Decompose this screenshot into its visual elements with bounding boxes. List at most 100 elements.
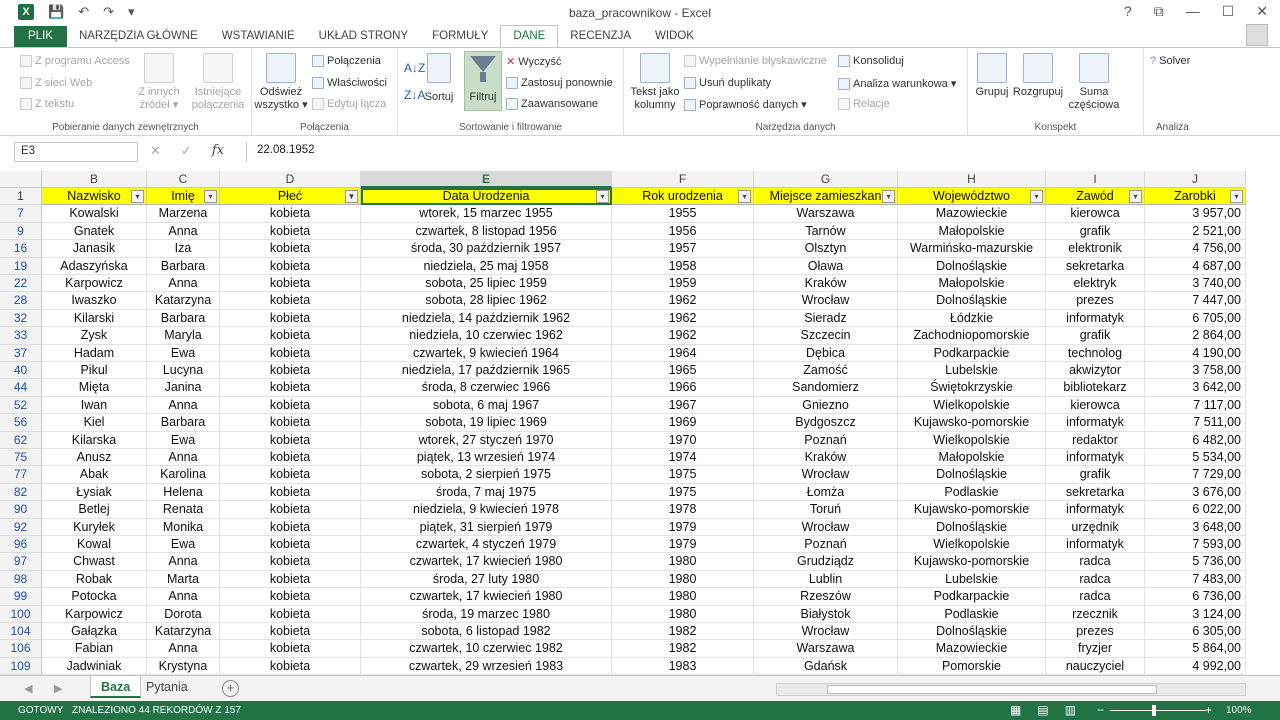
cell-imie[interactable]: Maryla — [147, 327, 220, 345]
cell-miejsce-zamieszkania[interactable]: Poznań — [754, 431, 898, 449]
cell-imie[interactable]: Ewa — [147, 431, 220, 449]
cell-zawod[interactable]: grafik — [1046, 327, 1145, 345]
flash-fill-button[interactable]: Wypełnianie błyskawiczne — [684, 55, 827, 67]
cell-wojewodztwo[interactable]: Pomorskie — [898, 657, 1046, 676]
cell-imie[interactable]: Ewa — [147, 536, 220, 554]
remove-duplicates-button[interactable]: Usuń duplikaty — [684, 77, 771, 89]
cell-miejsce-zamieszkania[interactable]: Gdańsk — [754, 657, 898, 676]
cell-rok-urodzenia[interactable]: 1982 — [612, 640, 754, 658]
cell-wojewodztwo[interactable]: Podkarpackie — [898, 588, 1046, 606]
header-cell-zarobki[interactable]: Zarobki ▾ — [1145, 188, 1246, 206]
tab-file[interactable]: PLIK — [14, 26, 67, 47]
row-header[interactable]: 97 — [0, 553, 42, 571]
cell-zarobki[interactable]: 5 534,00 — [1145, 449, 1246, 467]
cell-zawod[interactable]: bibliotekarz — [1046, 379, 1145, 397]
cell-imie[interactable]: Lucyna — [147, 362, 220, 380]
filter-dropdown-icon[interactable]: ▾ — [596, 190, 609, 203]
cell-plec[interactable]: kobieta — [220, 449, 361, 467]
cell-zawod[interactable]: radca — [1046, 570, 1145, 589]
column-header-g[interactable]: G — [754, 171, 898, 188]
help-icon[interactable]: ? — [1124, 3, 1132, 20]
zoom-in-icon[interactable]: + — [1205, 703, 1212, 717]
cell-wojewodztwo[interactable]: Zachodniopomorskie — [898, 327, 1046, 345]
cell-imie[interactable]: Iza — [147, 240, 220, 258]
what-if-button[interactable]: Analiza warunkowa ▾ — [838, 77, 956, 90]
cell-wojewodztwo[interactable]: Małopolskie — [898, 449, 1046, 467]
cell-zawod[interactable]: radca — [1046, 588, 1145, 606]
cell-rok-urodzenia[interactable]: 1970 — [612, 431, 754, 449]
cell-rok-urodzenia[interactable]: 1980 — [612, 553, 754, 571]
cell-plec[interactable]: kobieta — [220, 640, 361, 658]
cell-imie[interactable]: Anna — [147, 275, 220, 293]
cell-plec[interactable]: kobieta — [220, 501, 361, 519]
cell-plec[interactable]: kobieta — [220, 309, 361, 328]
cell-imie[interactable]: Marzena — [147, 205, 220, 223]
cell-zarobki[interactable]: 3 758,00 — [1145, 362, 1246, 380]
cell-rok-urodzenia[interactable]: 1974 — [612, 449, 754, 467]
cell-zawod[interactable]: sekretarka — [1046, 257, 1145, 275]
cell-data-urodzenia[interactable]: wtorek, 15 marzec 1955 — [361, 205, 612, 223]
sheet-tab-pytania[interactable]: Pytania — [136, 676, 198, 698]
cell-data-urodzenia[interactable]: środa, 7 maj 1975 — [361, 483, 612, 502]
page-layout-view-icon[interactable]: ▤ — [1037, 703, 1048, 717]
cell-miejsce-zamieszkania[interactable]: Gniezno — [754, 396, 898, 415]
cell-data-urodzenia[interactable]: niedziela, 14 październik 1962 — [361, 309, 612, 328]
cell-miejsce-zamieszkania[interactable]: Łomża — [754, 483, 898, 502]
row-header[interactable]: 22 — [0, 275, 42, 293]
cell-nazwisko[interactable]: Hadam — [42, 344, 147, 362]
cell-plec[interactable]: kobieta — [220, 623, 361, 641]
cell-data-urodzenia[interactable]: niedziela, 25 maj 1958 — [361, 257, 612, 275]
cell-zawod[interactable]: urzędnik — [1046, 518, 1145, 536]
header-cell-zawod[interactable]: Zawód ▾ — [1046, 188, 1145, 206]
cell-plec[interactable]: kobieta — [220, 222, 361, 241]
cell-nazwisko[interactable]: Kowalski — [42, 205, 147, 223]
refresh-all-button[interactable]: Odśwież wszystko ▾ — [254, 53, 308, 112]
cell-plec[interactable]: kobieta — [220, 240, 361, 258]
cell-rok-urodzenia[interactable]: 1975 — [612, 466, 754, 484]
zoom-level[interactable]: 100% — [1226, 705, 1252, 716]
cell-imie[interactable]: Anna — [147, 449, 220, 467]
row-header[interactable]: 16 — [0, 240, 42, 258]
row-header[interactable]: 9 — [0, 222, 42, 241]
from-other-sources-button[interactable]: Z innych źródeł ▾ — [136, 53, 182, 112]
cell-rok-urodzenia[interactable]: 1969 — [612, 414, 754, 432]
cell-zarobki[interactable]: 3 124,00 — [1145, 605, 1246, 623]
cell-miejsce-zamieszkania[interactable]: Tarnów — [754, 222, 898, 241]
cell-zawod[interactable]: grafik — [1046, 466, 1145, 484]
cell-wojewodztwo[interactable]: Podlaskie — [898, 483, 1046, 502]
cell-zawod[interactable]: fryzjer — [1046, 640, 1145, 658]
cell-zarobki[interactable]: 3 957,00 — [1145, 205, 1246, 223]
cell-plec[interactable]: kobieta — [220, 362, 361, 380]
cell-zarobki[interactable]: 6 305,00 — [1145, 623, 1246, 641]
cell-zawod[interactable]: sekretarka — [1046, 483, 1145, 502]
cell-nazwisko[interactable]: Anusz — [42, 449, 147, 467]
cell-nazwisko[interactable]: Adaszyńska — [42, 257, 147, 275]
row-header[interactable]: 104 — [0, 623, 42, 641]
cell-plec[interactable]: kobieta — [220, 292, 361, 310]
row-header[interactable]: 82 — [0, 483, 42, 502]
cell-zawod[interactable]: akwizytor — [1046, 362, 1145, 380]
cell-zarobki[interactable]: 7 117,00 — [1145, 396, 1246, 415]
cell-zarobki[interactable]: 7 593,00 — [1145, 536, 1246, 554]
cell-nazwisko[interactable]: Kilarska — [42, 431, 147, 449]
cell-wojewodztwo[interactable]: Mazowieckie — [898, 205, 1046, 223]
cell-data-urodzenia[interactable]: środa, 8 czerwiec 1966 — [361, 379, 612, 397]
cell-rok-urodzenia[interactable]: 1964 — [612, 344, 754, 362]
cell-miejsce-zamieszkania[interactable]: Szczecin — [754, 327, 898, 345]
cell-data-urodzenia[interactable]: czwartek, 8 listopad 1956 — [361, 222, 612, 241]
cell-zawod[interactable]: prezes — [1046, 623, 1145, 641]
cell-wojewodztwo[interactable]: Lubelskie — [898, 570, 1046, 589]
cell-wojewodztwo[interactable]: Dolnośląskie — [898, 466, 1046, 484]
existing-connections-button[interactable]: Istniejące połączenia — [188, 53, 248, 112]
cell-zawod[interactable]: informatyk — [1046, 501, 1145, 519]
row-header[interactable]: 32 — [0, 309, 42, 328]
cell-nazwisko[interactable]: Chwast — [42, 553, 147, 571]
solver-button[interactable]: ? Solver — [1150, 55, 1190, 67]
cell-zawod[interactable]: grafik — [1046, 222, 1145, 241]
cell-rok-urodzenia[interactable]: 1956 — [612, 222, 754, 241]
cell-data-urodzenia[interactable]: sobota, 28 lipiec 1962 — [361, 292, 612, 310]
header-cell-imie[interactable]: Imię ▾ — [147, 188, 220, 206]
cell-miejsce-zamieszkania[interactable]: Bydgoszcz — [754, 414, 898, 432]
relationships-button[interactable]: Relacje — [838, 98, 890, 110]
cell-rok-urodzenia[interactable]: 1982 — [612, 623, 754, 641]
